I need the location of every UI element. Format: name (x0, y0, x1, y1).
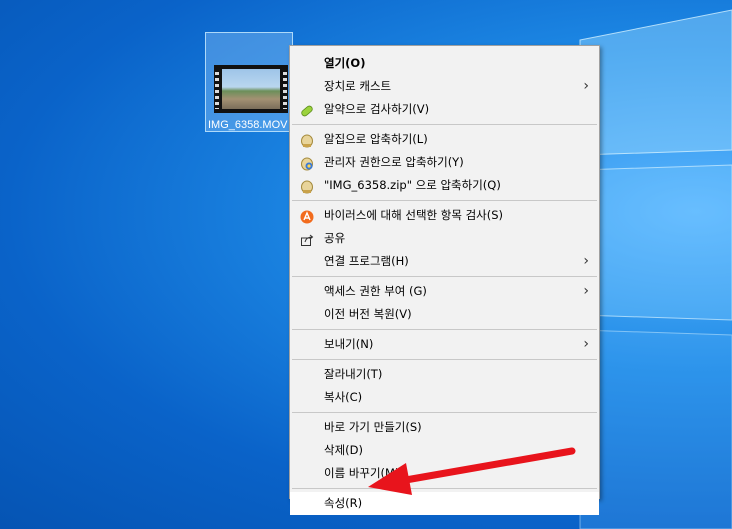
menu-separator (292, 412, 597, 413)
menu-item-label: 알집으로 압축하기(L) (324, 132, 428, 146)
film-strip-right (283, 69, 287, 109)
alzip-icon (300, 179, 314, 194)
menu-item[interactable]: 관리자 권한으로 압축하기(Y) (290, 151, 599, 174)
menu-separator (292, 124, 597, 125)
alzip-icon (300, 133, 314, 148)
menu-item[interactable]: 장치로 캐스트 › (290, 75, 599, 98)
menu-item[interactable]: 열기(O) (290, 52, 599, 75)
menu-item[interactable]: 알약으로 검사하기(V) (290, 98, 599, 121)
menu-item-label: 관리자 권한으로 압축하기(Y) (324, 155, 464, 169)
thumbnail-image (222, 69, 280, 109)
menu-item-label: 알약으로 검사하기(V) (324, 102, 430, 116)
chevron-right-icon: › (583, 283, 589, 299)
menu-item-label: 삭제(D) (324, 443, 363, 457)
menu-item[interactable]: 공유 (290, 227, 599, 250)
menu-item-label: 열기(O) (324, 56, 366, 70)
pill-icon (300, 103, 314, 117)
menu-item-label: 복사(C) (324, 390, 363, 404)
file-name-label: IMG_6358.MOV (208, 119, 288, 131)
menu-item[interactable]: 속성(R) (290, 492, 599, 515)
menu-item[interactable]: 이전 버전 복원(V) (290, 303, 599, 326)
context-menu: 열기(O) 장치로 캐스트 › 알약으로 검사하기(V) 알집으로 압축하기(L) 관리자… (289, 45, 600, 515)
menu-item[interactable]: 바로 가기 만들기(S) (290, 416, 599, 439)
menu-separator (292, 359, 597, 360)
video-file-icon[interactable]: IMG_6358.MOV (205, 32, 293, 132)
menu-separator (292, 276, 597, 277)
film-strip-left (215, 69, 219, 109)
menu-item-label: 공유 (324, 231, 346, 245)
menu-item-label: 보내기(N) (324, 337, 374, 351)
menu-item[interactable]: 잘라내기(T) (290, 363, 599, 386)
video-thumbnail (214, 65, 288, 113)
menu-item[interactable]: 연결 프로그램(H) › (290, 250, 599, 273)
menu-item-label: 바로 가기 만들기(S) (324, 420, 422, 434)
red-annotation-arrow (368, 447, 576, 495)
menu-item[interactable]: 알집으로 압축하기(L) (290, 128, 599, 151)
menu-item-label: 액세스 권한 부여 (G) (324, 284, 427, 298)
menu-item-label: 이전 버전 복원(V) (324, 307, 412, 321)
menu-item[interactable]: 바이러스에 대해 선택한 항목 검사(S) (290, 204, 599, 227)
menu-item[interactable]: 액세스 권한 부여 (G) › (290, 280, 599, 303)
menu-item-label: "IMG_6358.zip" 으로 압축하기(Q) (324, 178, 501, 192)
menu-separator (292, 329, 597, 330)
share-icon (300, 232, 314, 246)
alzip-admin-icon (300, 156, 314, 171)
menu-item-label: 연결 프로그램(H) (324, 254, 409, 268)
chevron-right-icon: › (583, 78, 589, 94)
avast-icon (300, 209, 314, 224)
menu-item-label: 속성(R) (324, 496, 363, 510)
chevron-right-icon: › (583, 253, 589, 269)
menu-separator (292, 200, 597, 201)
menu-item-label: 장치로 캐스트 (324, 79, 392, 93)
chevron-right-icon: › (583, 336, 589, 352)
menu-item[interactable]: 복사(C) (290, 386, 599, 409)
menu-item[interactable]: "IMG_6358.zip" 으로 압축하기(Q) (290, 174, 599, 197)
menu-item[interactable]: 보내기(N) › (290, 333, 599, 356)
menu-item-label: 바이러스에 대해 선택한 항목 검사(S) (324, 208, 504, 222)
menu-item-label: 잘라내기(T) (324, 367, 383, 381)
